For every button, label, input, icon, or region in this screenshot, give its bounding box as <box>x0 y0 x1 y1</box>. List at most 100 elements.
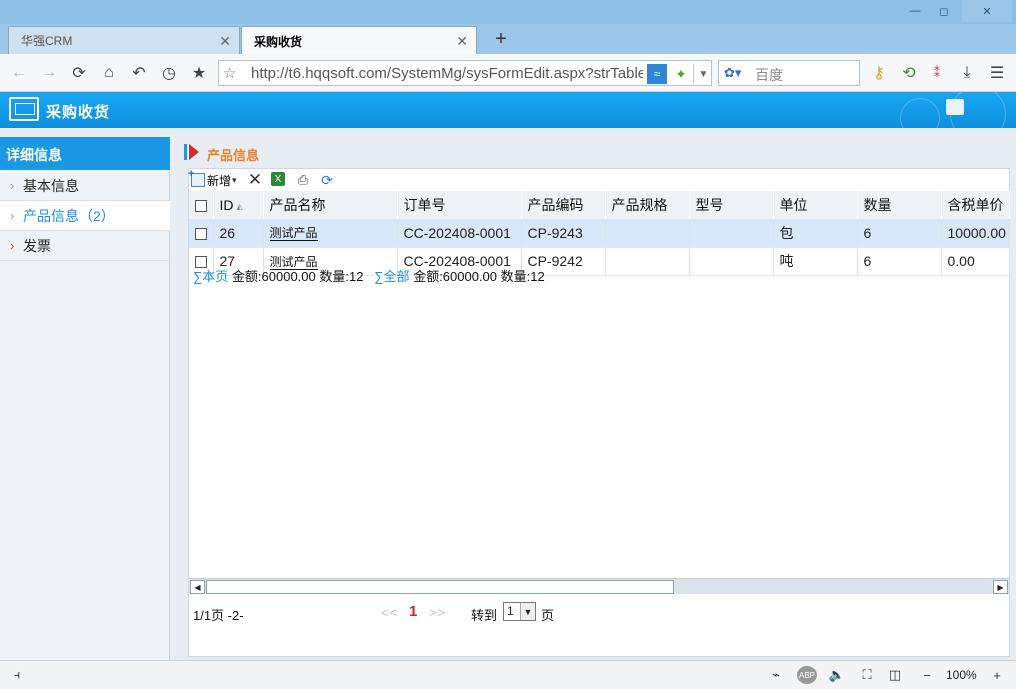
url-dropdown-icon[interactable]: ▼ <box>693 64 713 84</box>
sidebar-item-basic-info[interactable]: › 基本信息 <box>0 171 170 201</box>
table-header-row: ID ◭ 产品名称 订单号 产品编码 产品规格 型号 单位 数量 含税单价 <box>189 191 1010 219</box>
performance-icon[interactable]: ⌁ <box>766 666 786 684</box>
col-id[interactable]: ID ◭ <box>213 191 264 219</box>
address-bar[interactable]: ☆ http://t6.hqqsoft.com/SystemMg/sysForm… <box>218 60 712 86</box>
download-icon[interactable]: ⤓ <box>956 62 978 84</box>
close-window-button[interactable]: ✕ <box>962 0 1012 22</box>
forward-icon[interactable]: → <box>38 62 60 84</box>
search-input[interactable]: 百度 <box>755 65 783 85</box>
search-box[interactable]: ✿▾ 百度 <box>718 60 860 86</box>
zoom-in-icon[interactable]: + <box>988 666 1006 684</box>
sidebar-item-label: 发票 <box>23 237 51 254</box>
page-content: 采购收货 详细信息 › 基本信息 › 产品信息（2） › 发票 产品信息 + 新… <box>0 92 1016 660</box>
row-checkbox[interactable] <box>195 228 207 241</box>
page-banner: 采购收货 <box>0 92 1016 128</box>
new-tab-button[interactable]: + <box>490 28 512 51</box>
split-view-icon[interactable]: ◫ <box>886 666 904 684</box>
zoom-out-icon[interactable]: − <box>918 666 936 684</box>
main-content: 产品信息 新增 ▾ ✕ X ⎙ ⟳ <box>178 137 1016 660</box>
goto-label: 转到 <box>471 608 498 623</box>
page-sum-label: ∑本页 <box>193 269 229 284</box>
favorites-icon[interactable]: ★ <box>188 62 210 84</box>
select-all-cell[interactable] <box>189 191 214 219</box>
col-label: ID <box>219 197 234 213</box>
print-icon[interactable] <box>946 99 964 115</box>
fullscreen-icon[interactable]: ⛶ <box>858 666 876 684</box>
key-icon[interactable]: ⚷ <box>868 62 890 84</box>
table-row[interactable]: 26 测试产品 CC-202408-0001 CP-9243 包 6 10000… <box>189 219 1010 248</box>
navigation-bar: ← → ⟳ ⌂ ↶ ◷ ★ ☆ http://t6.hqqsoft.com/Sy… <box>0 54 1016 92</box>
page-title: 采购收货 <box>46 104 111 121</box>
back-icon[interactable]: ← <box>8 62 30 84</box>
section-marker-icon <box>184 144 199 160</box>
next-page-button[interactable]: >> <box>429 605 446 620</box>
cell-unit: 吨 <box>773 247 858 276</box>
status-bar: ⫞ ⌁ ABP 🔈 ⛶ ◫ − 100% + <box>0 660 1016 689</box>
volume-icon[interactable]: 🔈 <box>828 666 846 684</box>
select-all-checkbox[interactable] <box>195 200 207 213</box>
user-sync-icon[interactable]: ⟲ <box>898 62 920 84</box>
col-quantity[interactable]: 数量 <box>857 191 942 219</box>
excel-export-icon[interactable]: X <box>271 172 285 186</box>
chevron-down-icon: ▼ <box>520 603 535 620</box>
scroll-left-icon[interactable]: ◀ <box>190 580 205 594</box>
section-header: 产品信息 <box>178 137 1016 167</box>
delete-icon[interactable]: ✕ <box>247 170 263 189</box>
chevron-right-icon: › <box>10 178 15 193</box>
baidu-paw-icon[interactable]: ✿▾ <box>724 65 741 81</box>
product-grid-panel: 新增 ▾ ✕ X ⎙ ⟳ ID◭ <box>188 168 1010 657</box>
undo-icon[interactable]: ↶ <box>128 62 150 84</box>
home-icon[interactable]: ⌂ <box>98 62 120 84</box>
scroll-right-icon[interactable]: ▶ <box>993 580 1008 594</box>
sidebar-header: 详细信息 <box>0 137 170 170</box>
sidebar-item-product-info[interactable]: › 产品信息（2） <box>0 201 170 231</box>
body-area: 详细信息 › 基本信息 › 产品信息（2） › 发票 产品信息 + 新增 ▾ ✕… <box>0 128 1016 660</box>
add-new-button[interactable]: 新增 ▾ <box>188 168 237 189</box>
menu-icon[interactable]: ☰ <box>986 62 1008 84</box>
col-unit[interactable]: 单位 <box>773 191 858 219</box>
col-product-name[interactable]: 产品名称 <box>263 191 398 219</box>
sidebar-item-invoice[interactable]: › 发票 <box>0 231 170 261</box>
print-icon[interactable]: ⎙ <box>295 172 311 188</box>
close-tab-icon[interactable]: ✕ <box>456 33 468 50</box>
cell-product-name: 测试产品 <box>263 219 398 248</box>
notification-icon[interactable]: ⁑ <box>926 62 948 84</box>
url-input[interactable]: http://t6.hqqsoft.com/SystemMg/sysFormEd… <box>251 65 643 82</box>
refresh-icon[interactable]: ⟳ <box>319 172 335 188</box>
compat-mode-icon[interactable]: ≈ <box>647 64 667 84</box>
cell-model <box>689 219 774 248</box>
col-model[interactable]: 型号 <box>689 191 774 219</box>
adblock-icon[interactable]: ABP <box>797 666 817 684</box>
product-name-link[interactable]: 测试产品 <box>269 226 318 242</box>
chevron-down-icon: ▾ <box>232 174 237 185</box>
current-page[interactable]: 1 <box>409 603 417 620</box>
minimize-button[interactable]: — <box>902 0 928 22</box>
all-sum-text: 金额:60000.00 数量:12 <box>413 269 545 284</box>
tab-huaqiang-crm[interactable]: 华强CRM ✕ <box>8 26 240 54</box>
tab-label: 华强CRM <box>21 34 73 48</box>
speed-mode-icon[interactable]: ✦ <box>671 64 691 84</box>
scroll-thumb[interactable] <box>206 580 674 594</box>
col-tax-price[interactable]: 含税单价 <box>941 191 1010 219</box>
sidebar-toggle-icon[interactable]: ⫞ <box>8 666 26 684</box>
cell-quantity: 6 <box>857 247 942 276</box>
banner-decoration <box>900 98 940 128</box>
tab-purchase-receipt[interactable]: 采购收货 ✕ <box>241 26 477 55</box>
sort-icon[interactable]: ◭ <box>237 202 243 211</box>
all-sum-label: ∑全部 <box>374 269 410 284</box>
col-product-code[interactable]: 产品编码 <box>521 191 606 219</box>
col-product-spec[interactable]: 产品规格 <box>605 191 690 219</box>
cell-model <box>689 247 774 276</box>
horizontal-scrollbar[interactable]: ◀ ▶ <box>189 578 1009 594</box>
prev-page-button[interactable]: << <box>381 605 398 620</box>
sidebar-item-label: 基本信息 <box>23 177 79 194</box>
row-select-cell[interactable] <box>189 219 214 248</box>
goto-page-select[interactable]: 1 ▼ <box>503 602 536 621</box>
col-order-no[interactable]: 订单号 <box>397 191 522 219</box>
bookmark-star-icon[interactable]: ☆ <box>223 64 236 82</box>
history-icon[interactable]: ◷ <box>158 62 180 84</box>
section-title: 产品信息 <box>207 148 260 163</box>
maximize-button[interactable]: ◻ <box>930 0 958 22</box>
close-tab-icon[interactable]: ✕ <box>219 33 231 50</box>
refresh-icon[interactable]: ⟳ <box>68 62 90 84</box>
